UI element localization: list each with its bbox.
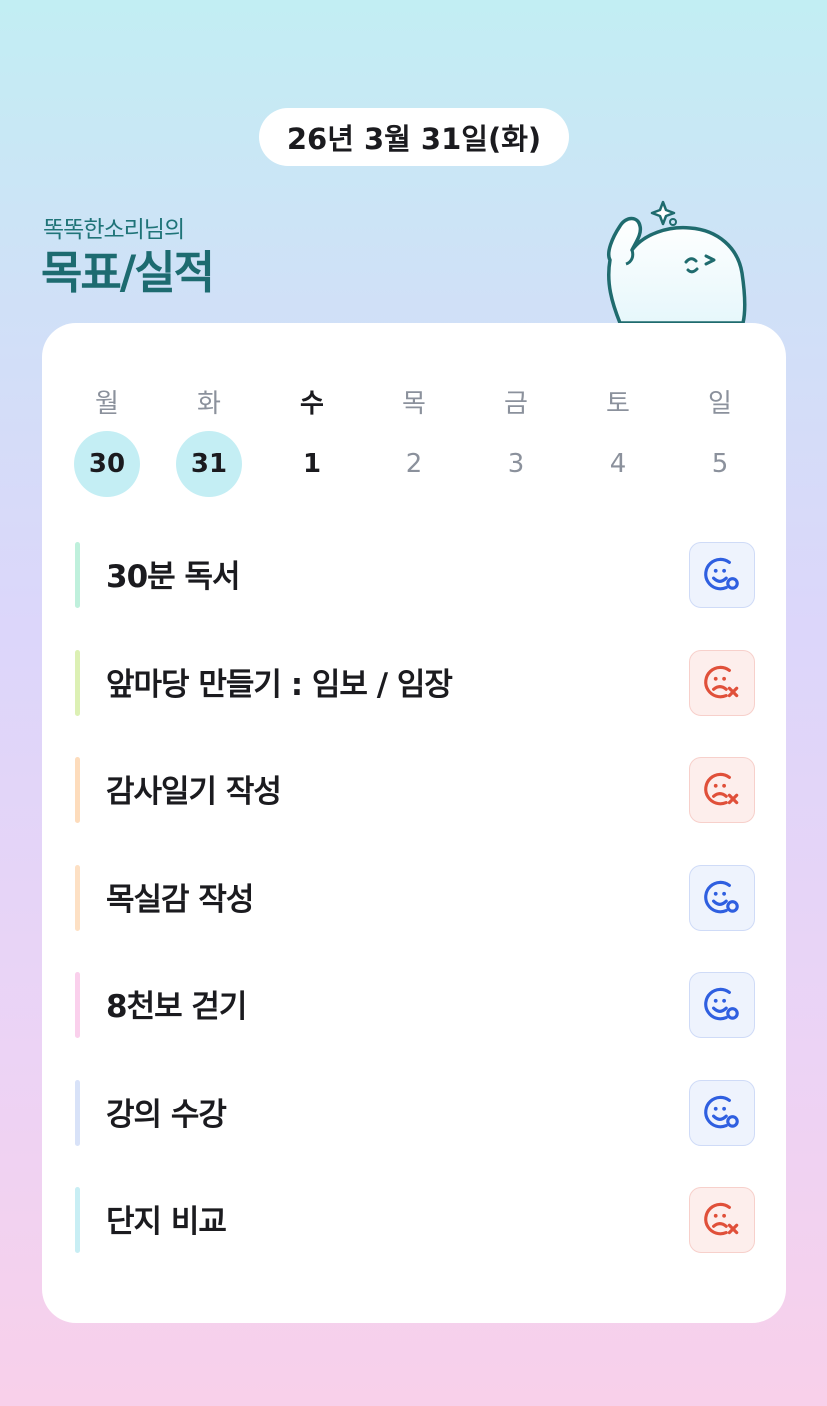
weekday-sat: 토 — [606, 389, 630, 419]
goal-color-bar — [75, 865, 80, 931]
current-date: 26년 3월 31일(화) — [286, 122, 542, 156]
goal-label: 단지 비교 — [106, 1204, 227, 1240]
weekday-fri: 금 — [504, 389, 528, 419]
goal-color-bar — [75, 542, 80, 608]
goal-item: 목실감 작성 — [75, 865, 755, 931]
goal-label: 앞마당 만들기 : 임보 / 임장 — [106, 667, 453, 703]
goal-status-button[interactable] — [689, 542, 755, 608]
goal-status-button[interactable] — [689, 865, 755, 931]
mascot-illustration — [606, 200, 747, 325]
goal-color-bar — [75, 757, 80, 823]
date-pill: 26년 3월 31일(화) — [259, 108, 569, 166]
goal-item: 단지 비교 — [75, 1187, 755, 1253]
page-title: 목표/실적 — [41, 246, 215, 299]
day-3[interactable]: 3 — [483, 431, 549, 497]
sad-x-icon — [704, 772, 739, 806]
goal-label: 감사일기 작성 — [106, 774, 282, 810]
weekday-wed: 수 — [300, 389, 324, 419]
day-4[interactable]: 4 — [585, 431, 651, 497]
weekly-goal-card: 월 화 수 목 금 토 일 30 31 1 2 3 4 5 30분 독서 앞마당… — [42, 323, 786, 1323]
weekday-thu: 목 — [402, 389, 426, 419]
day-1[interactable]: 1 — [279, 431, 345, 497]
smile-o-icon — [704, 987, 739, 1021]
day-5[interactable]: 5 — [687, 431, 753, 497]
smile-o-icon — [704, 1095, 739, 1129]
sad-x-icon — [704, 1202, 739, 1236]
goal-status-button[interactable] — [689, 757, 755, 823]
goal-status-button[interactable] — [689, 650, 755, 716]
goal-color-bar — [75, 650, 80, 716]
goal-status-button[interactable] — [689, 972, 755, 1038]
day-31[interactable]: 31 — [176, 431, 242, 497]
goal-item: 앞마당 만들기 : 임보 / 임장 — [75, 650, 755, 716]
goal-color-bar — [75, 972, 80, 1038]
smile-o-icon — [704, 557, 739, 591]
goal-label: 30분 독서 — [106, 559, 240, 595]
goal-label: 강의 수강 — [106, 1097, 227, 1133]
goal-label: 목실감 작성 — [106, 882, 254, 918]
weekday-sun: 일 — [708, 389, 732, 419]
goal-color-bar — [75, 1187, 80, 1253]
goal-item: 30분 독서 — [75, 542, 755, 608]
smile-o-icon — [704, 880, 739, 914]
goal-status-button[interactable] — [689, 1080, 755, 1146]
goal-item: 8천보 걷기 — [75, 972, 755, 1038]
goal-label: 8천보 걷기 — [106, 989, 247, 1025]
sad-x-icon — [704, 665, 739, 699]
day-2[interactable]: 2 — [381, 431, 447, 497]
goal-item: 강의 수강 — [75, 1080, 755, 1146]
goal-item: 감사일기 작성 — [75, 757, 755, 823]
day-30[interactable]: 30 — [74, 431, 140, 497]
weekday-mon: 월 — [95, 389, 119, 419]
weekday-tue: 화 — [197, 389, 221, 419]
goal-color-bar — [75, 1080, 80, 1146]
goal-status-button[interactable] — [689, 1187, 755, 1253]
